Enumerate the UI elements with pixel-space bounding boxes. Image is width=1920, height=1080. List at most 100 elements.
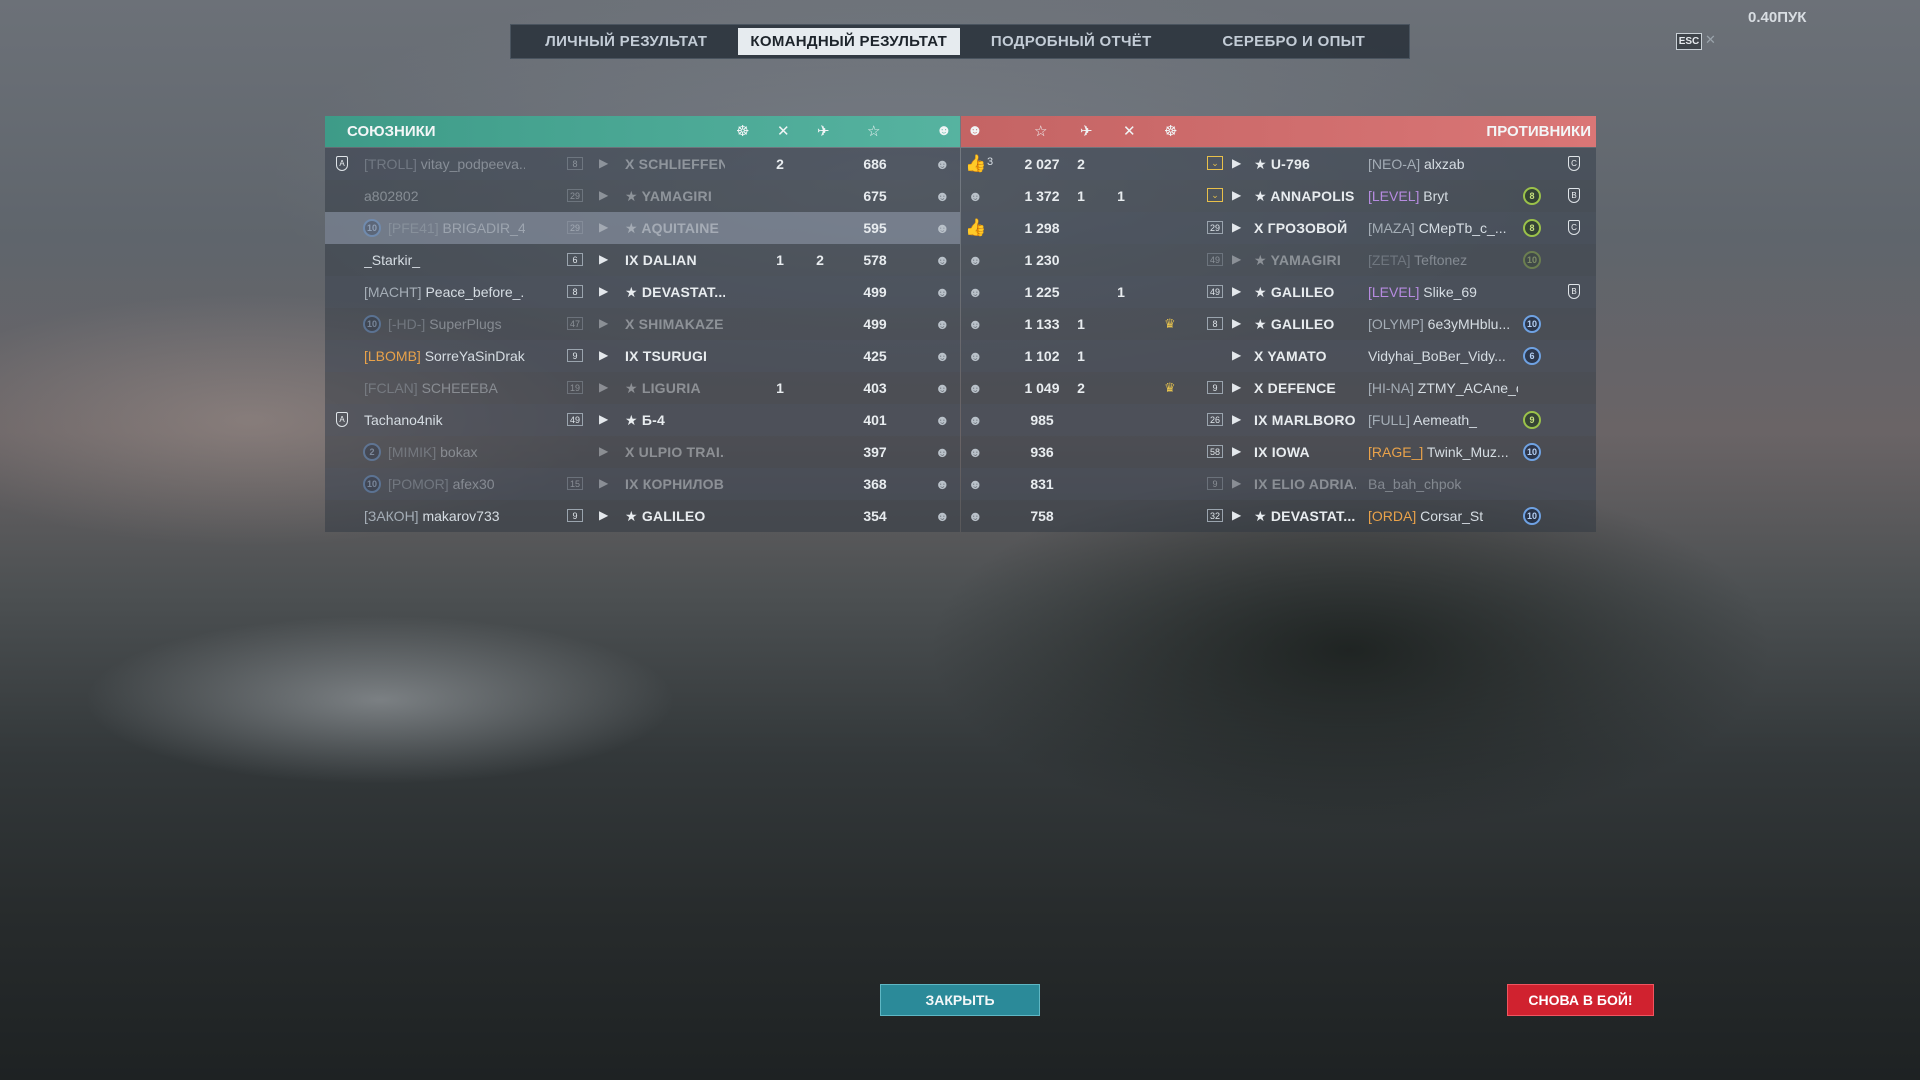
ship-name[interactable]: IX КОРНИЛОВ: [625, 476, 725, 492]
karma-smiley-icon[interactable]: ☻: [968, 188, 983, 204]
karma-smiley-icon[interactable]: ☻: [968, 508, 983, 524]
ally-row[interactable]: 2 [MIMIK] bokax ▶ X ULPIO TRAI... 397 ☻: [325, 436, 960, 468]
player-name[interactable]: [OLYMP] 6e3yMHblu...: [1368, 316, 1518, 332]
ally-row[interactable]: [MACHT] Peace_before_... 8 ▶ ★ DEVASTAT... 4…: [325, 276, 960, 308]
karma-smiley-icon[interactable]: ☻: [968, 348, 983, 364]
close-button[interactable]: ЗАКРЫТЬ: [880, 984, 1040, 1016]
karma-smiley-icon[interactable]: ☻: [968, 316, 983, 332]
ship-name[interactable]: ★ U-796: [1254, 156, 1356, 173]
smiley-icon[interactable]: ☻: [967, 122, 983, 139]
ship-name[interactable]: X YAMATO: [1254, 348, 1356, 364]
player-name[interactable]: [POMOR] afex30: [388, 476, 525, 492]
player-name[interactable]: [MAZA] CMepTb_c_...: [1368, 220, 1518, 236]
player-name[interactable]: [LEVEL] Bryt: [1368, 188, 1518, 204]
tab-credits-and-xp[interactable]: СЕРЕБРО И ОПЫТ: [1183, 28, 1406, 55]
ship-name[interactable]: ★ GALILEO: [625, 508, 725, 525]
enemy-row[interactable]: ☻ 1 372 1 1 ⌄ ▶ ★ ANNAPOLIS [LEVEL] Bryt 8 B: [961, 180, 1596, 212]
player-name[interactable]: [ЗАКОН] makarov733: [364, 508, 525, 524]
player-name[interactable]: [HI-NA] ZTMY_ACAne_of...: [1368, 380, 1518, 396]
ship-name[interactable]: ★ YAMAGIRI: [1254, 252, 1356, 269]
table-row[interactable]: A [TROLL] vitay_podpeeva... 8 ▶ X SCHLIEFFEN…: [325, 148, 1596, 180]
player-name[interactable]: [LBOMB] SorreYaSinDrak...: [364, 348, 525, 364]
table-row[interactable]: [FCLAN] SCHEEEBA 19 ▶ ★ LIGURIA 1 403 ☻ ☻ 1 049 2…: [325, 372, 1596, 404]
enemy-row[interactable]: ☻ 1 049 2 ♛ 9 ▶ X DEFENCE [HI-NA] ZTMY_ACAne_of…: [961, 372, 1596, 404]
plane-icon[interactable]: ✈: [817, 122, 830, 140]
ally-row[interactable]: A Tachano4nik 49 ▶ ★ Б-4 401 ☻: [325, 404, 960, 436]
player-name[interactable]: [NEO-A] alxzab: [1368, 156, 1518, 172]
ship-name[interactable]: IX IOWA: [1254, 444, 1356, 460]
karma-smiley-icon[interactable]: ☻: [935, 316, 950, 332]
enemy-row[interactable]: ☻ 758 32 ▶ ★ DEVASTAT... [ORDA] Corsar_St 10: [961, 500, 1596, 532]
karma-smiley-icon[interactable]: ☻: [935, 444, 950, 460]
ally-row[interactable]: _Starkir_ 6 ▶ IX DALIAN 1 2 578 ☻: [325, 244, 960, 276]
ship-name[interactable]: ★ ANNAPOLIS: [1254, 188, 1356, 205]
ally-row[interactable]: a802802 29 ▶ ★ YAMAGIRI 675 ☻: [325, 180, 960, 212]
table-row[interactable]: 10 [PFE41] BRIGADIR_4... 29 ▶ ★ AQUITAINE 595…: [325, 212, 1596, 244]
player-name[interactable]: a802802: [364, 188, 525, 204]
ally-row[interactable]: 10 [-HD-] SuperPlugs 47 ▶ X SHIMAKAZE 499 ☻: [325, 308, 960, 340]
ally-row[interactable]: 10 [PFE41] BRIGADIR_4... 29 ▶ ★ AQUITAINE 595…: [325, 212, 960, 244]
enemy-row[interactable]: ☻ 985 26 ▶ IX MARLBORO... [FULL] Aemeath_ 9: [961, 404, 1596, 436]
enemy-row[interactable]: ☻ 1 133 1 ♛ 8 ▶ ★ GALILEO [OLYMP] 6e3yMHblu... 1…: [961, 308, 1596, 340]
tab-detailed-report[interactable]: ПОДРОБНЫЙ ОТЧЁТ: [960, 28, 1183, 55]
ally-row[interactable]: 10 [POMOR] afex30 15 ▶ IX КОРНИЛОВ 368 ☻: [325, 468, 960, 500]
karma-smiley-icon[interactable]: ☻: [935, 380, 950, 396]
battle-again-button[interactable]: СНОВА В БОЙ!: [1507, 984, 1654, 1016]
karma-smiley-icon[interactable]: ☻: [935, 220, 950, 236]
ship-name[interactable]: IX MARLBORO...: [1254, 412, 1356, 428]
enemy-row[interactable]: ☻ 831 9 ▶ IX ELIO ADRIA... Ba_bah_chpok: [961, 468, 1596, 500]
ship-name[interactable]: ★ AQUITAINE: [625, 220, 725, 237]
star-icon[interactable]: ☆: [867, 122, 880, 140]
star-icon[interactable]: ☆: [1034, 122, 1047, 140]
player-name[interactable]: [FCLAN] SCHEEEBA: [364, 380, 525, 396]
table-row[interactable]: 10 [-HD-] SuperPlugs 47 ▶ X SHIMAKAZE 499 ☻ ☻ 1 …: [325, 308, 1596, 340]
plane-icon[interactable]: ✈: [1080, 122, 1093, 140]
table-row[interactable]: 2 [MIMIK] bokax ▶ X ULPIO TRAI... 397 ☻ ☻ 936 58…: [325, 436, 1596, 468]
karma-smiley-icon[interactable]: ☻: [935, 252, 950, 268]
player-name[interactable]: [MIMIK] bokax: [388, 444, 525, 460]
player-name[interactable]: [TROLL] vitay_podpeeva...: [364, 156, 525, 172]
karma-smiley-icon[interactable]: ☻: [935, 284, 950, 300]
player-name[interactable]: [LEVEL] Slike_69: [1368, 284, 1518, 300]
ship-name[interactable]: ★ GALILEO: [1254, 284, 1356, 301]
karma-smiley-icon[interactable]: ☻: [935, 412, 950, 428]
ship-name[interactable]: IX DALIAN: [625, 252, 725, 268]
player-name[interactable]: [MACHT] Peace_before_...: [364, 284, 525, 300]
karma-smiley-icon[interactable]: ☻: [968, 444, 983, 460]
player-name[interactable]: Vidyhai_BoBer_Vidy...: [1368, 348, 1518, 364]
ship-name[interactable]: X SHIMAKAZE: [625, 316, 725, 332]
karma-smiley-icon[interactable]: ☻: [968, 252, 983, 268]
enemy-row[interactable]: 👍 1 298 29 ▶ X ГРОЗОВОЙ [MAZA] CMepTb_c_... 8 C: [961, 212, 1596, 244]
player-name[interactable]: Ba_bah_chpok: [1368, 476, 1518, 492]
enemy-row[interactable]: ☻ 1 102 1 ▶ X YAMATO Vidyhai_BoBer_Vidy... 6: [961, 340, 1596, 372]
smiley-icon[interactable]: ☻: [936, 122, 952, 139]
ship-name[interactable]: ★ LIGURIA: [625, 380, 725, 397]
ship-name[interactable]: X DEFENCE: [1254, 380, 1356, 396]
enemy-row[interactable]: 👍 3 2 027 2 ⌄ ▶ ★ U-796 [NEO-A] alxzab C: [961, 148, 1596, 180]
player-name[interactable]: [-HD-] SuperPlugs: [388, 316, 525, 332]
enemy-row[interactable]: ☻ 1 230 49 ▶ ★ YAMAGIRI [ZETA] Teftonez 10: [961, 244, 1596, 276]
player-name[interactable]: [FULL] Aemeath_: [1368, 412, 1518, 428]
player-name[interactable]: [ZETA] Teftonez: [1368, 252, 1518, 268]
compliment-thumb-icon[interactable]: 👍: [965, 218, 986, 238]
table-row[interactable]: _Starkir_ 6 ▶ IX DALIAN 1 2 578 ☻ ☻ 1 230 49 ▶ ★ YAM…: [325, 244, 1596, 276]
ship-kill-icon[interactable]: ☸: [736, 122, 749, 140]
tab-team-result[interactable]: КОМАНДНЫЙ РЕЗУЛЬТАТ: [737, 28, 960, 55]
ship-name[interactable]: ★ Б-4: [625, 412, 725, 429]
ally-row[interactable]: [LBOMB] SorreYaSinDrak... 9 ▶ IX TSURUGI 425…: [325, 340, 960, 372]
compliment-thumb-icon[interactable]: 👍: [965, 154, 986, 174]
table-row[interactable]: A Tachano4nik 49 ▶ ★ Б-4 401 ☻ ☻ 985 26 ▶ IX MARLBO…: [325, 404, 1596, 436]
karma-smiley-icon[interactable]: ☻: [935, 476, 950, 492]
karma-smiley-icon[interactable]: ☻: [935, 508, 950, 524]
enemy-row[interactable]: ☻ 936 58 ▶ IX IOWA [RAGE_] Twink_Muz... 10: [961, 436, 1596, 468]
player-name[interactable]: _Starkir_: [364, 252, 525, 268]
ship-kill-icon[interactable]: ☸: [1164, 122, 1177, 140]
ally-row[interactable]: [FCLAN] SCHEEEBA 19 ▶ ★ LIGURIA 1 403 ☻: [325, 372, 960, 404]
ally-row[interactable]: A [TROLL] vitay_podpeeva... 8 ▶ X SCHLIEFFEN…: [325, 148, 960, 180]
table-row[interactable]: [ЗАКОН] makarov733 9 ▶ ★ GALILEO 354 ☻ ☻ 758 32 ▶…: [325, 500, 1596, 532]
ship-name[interactable]: X SCHLIEFFEN: [625, 156, 725, 172]
player-name[interactable]: [RAGE_] Twink_Muz...: [1368, 444, 1518, 460]
table-row[interactable]: a802802 29 ▶ ★ YAMAGIRI 675 ☻ ☻ 1 372 1 1 ⌄ ▶ ★ ANNA…: [325, 180, 1596, 212]
ship-name[interactable]: IX ELIO ADRIA...: [1254, 476, 1356, 492]
player-name[interactable]: [ORDA] Corsar_St: [1368, 508, 1518, 524]
